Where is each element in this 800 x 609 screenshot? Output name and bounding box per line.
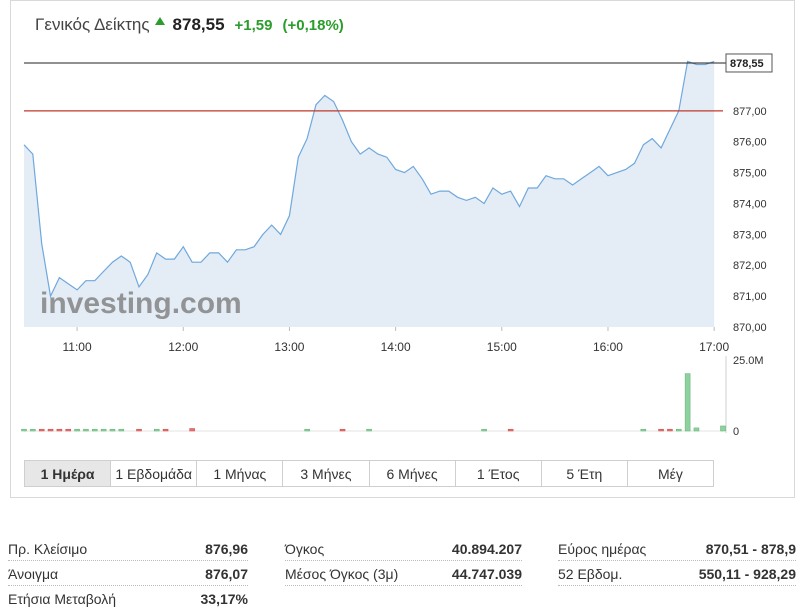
volume-value: 40.894.207: [451, 541, 522, 557]
volume-bar: [640, 428, 647, 432]
volume-bar: [136, 428, 142, 432]
volume-bar: [162, 428, 169, 432]
tab-period[interactable]: 1 Έτος: [455, 461, 542, 486]
prev-close-label: Πρ. Κλείσιμο: [8, 541, 88, 557]
period-tabs: 1 Ημέρα 1 Εβδομάδα 1 Μήνας 3 Μήνες 6 Μήνες 1 …: [24, 460, 714, 487]
annual-change-label: Ετήσια Μεταβολή: [8, 591, 117, 607]
divider: [8, 585, 248, 586]
investing-watermark: investing.com: [40, 287, 242, 320]
volume-bar: [118, 428, 125, 432]
y-tick-label: 870,00: [733, 322, 767, 334]
volume-bar: [47, 428, 54, 432]
volume-bar: [56, 428, 63, 432]
volume-bar: [74, 428, 80, 432]
volume-bar: [65, 428, 71, 432]
volume-bar: [30, 428, 36, 432]
volume-bar: [693, 427, 700, 432]
volume-tick-label: 0: [733, 426, 739, 438]
annual-change-value: 33,17%: [200, 591, 248, 607]
volume-bar: [153, 428, 160, 432]
volume-bar: [38, 428, 45, 432]
volume-bar: [304, 428, 310, 432]
volume-bar: [684, 373, 691, 432]
x-tick-label: 12:00: [168, 340, 198, 354]
volume-bar: [92, 428, 98, 432]
divider: [558, 585, 796, 586]
week52-label: 52 Εβδομ.: [558, 566, 623, 582]
y-tick-label: 871,00: [733, 291, 767, 303]
volume-bar: [658, 428, 664, 432]
day-range-label: Εύρος ημέρας: [558, 541, 647, 557]
volume-bar: [189, 428, 195, 432]
price-chart[interactable]: investing.com 878,55 870,00 871,00 872,00 87…: [0, 0, 800, 460]
volume-bar: [339, 428, 346, 432]
volume-bar: [109, 428, 116, 432]
x-tick-label: 14:00: [381, 340, 411, 354]
divider: [285, 560, 522, 561]
x-tick-label: 13:00: [274, 340, 304, 354]
y-tick-label: 873,00: [733, 229, 767, 241]
x-tick-label: 16:00: [593, 340, 623, 354]
y-tick-label: 877,00: [733, 106, 767, 118]
price-tag-text: 878,55: [730, 58, 764, 70]
tab-period[interactable]: 1 Μήνας: [197, 461, 284, 486]
volume-bar: [100, 428, 107, 432]
volume-bar: [481, 428, 487, 432]
y-tick-label: 872,00: [733, 260, 767, 272]
volume-bar: [507, 428, 514, 432]
avg-volume-value: 44.747.039: [451, 566, 522, 582]
volume-bar: [366, 428, 372, 432]
current-price-tag: 878,55: [725, 53, 773, 73]
volume-bar: [676, 428, 682, 432]
tab-period[interactable]: Μέγ: [627, 461, 713, 486]
divider: [8, 560, 248, 561]
x-tick-label: 11:00: [63, 340, 92, 354]
volume-bar: [720, 425, 726, 432]
volume-bar: [21, 428, 27, 432]
watermark-logo: investing.com: [40, 287, 242, 320]
tab-period[interactable]: 3 Μήνες: [283, 461, 370, 486]
day-range-value: 870,51 - 878,9: [705, 541, 796, 557]
prev-close-value: 876,96: [205, 541, 248, 557]
divider: [558, 560, 796, 561]
y-tick-label: 874,00: [733, 198, 767, 210]
avg-volume-label: Μέσος Όγκος (3μ): [285, 566, 399, 582]
y-tick-label: 875,00: [733, 168, 767, 180]
volume-bar: [83, 428, 89, 432]
open-label: Άνοιγμα: [8, 566, 59, 582]
tab-period[interactable]: 1 Εβδομάδα: [111, 461, 198, 486]
volume-bar: [667, 428, 673, 432]
volume-label: Όγκος: [285, 541, 325, 557]
volume-tick-label: 25.0M: [733, 355, 764, 367]
open-value: 876,07: [205, 566, 248, 582]
tab-period[interactable]: 1 Ημέρα: [25, 461, 112, 486]
tab-period[interactable]: 5 Έτη: [541, 461, 628, 486]
x-tick-label: 17:00: [699, 340, 729, 354]
tab-period[interactable]: 6 Μήνες: [369, 461, 456, 486]
week52-value: 550,11 - 928,29: [698, 566, 796, 582]
y-tick-label: 876,00: [733, 137, 767, 149]
x-tick-label: 15:00: [487, 340, 517, 354]
divider: [285, 585, 522, 586]
